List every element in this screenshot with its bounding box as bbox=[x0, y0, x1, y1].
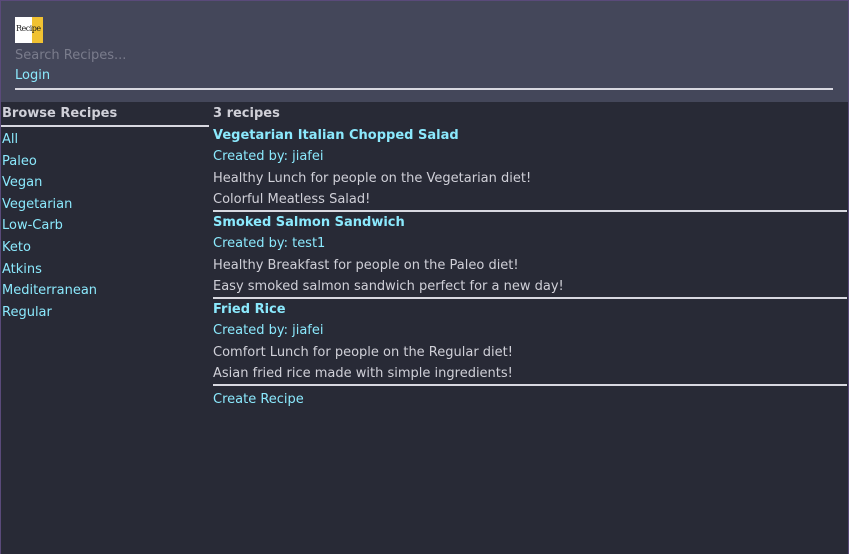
recipe-card: Smoked Salmon Sandwich Created by: test1… bbox=[213, 212, 847, 299]
sidebar-item-mediterranean[interactable]: Mediterranean bbox=[1, 280, 209, 302]
recipe-summary: Healthy Breakfast for people on the Pale… bbox=[213, 258, 519, 273]
sidebar-item-regular[interactable]: Regular bbox=[1, 302, 209, 324]
recipe-summary: Healthy Lunch for people on the Vegetari… bbox=[213, 171, 532, 186]
search-input[interactable] bbox=[15, 45, 315, 65]
recipe-card: Fried Rice Created by: jiafei Comfort Lu… bbox=[213, 299, 847, 386]
sidebar-item-paleo[interactable]: Paleo bbox=[1, 151, 209, 173]
header-bar: Recipe Login bbox=[1, 1, 848, 102]
login-link[interactable]: Login bbox=[15, 68, 50, 83]
sidebar-item-low-carb[interactable]: Low-Carb bbox=[1, 215, 209, 237]
recipe-title-link[interactable]: Fried Rice bbox=[213, 299, 847, 320]
header-divider bbox=[15, 88, 833, 90]
sidebar-divider bbox=[1, 125, 209, 127]
recipe-card: Vegetarian Italian Chopped Salad Created… bbox=[213, 125, 847, 212]
recipe-author: Created by: jiafei bbox=[213, 323, 324, 338]
sidebar-item-keto[interactable]: Keto bbox=[1, 237, 209, 259]
app-page: Recipe Login Browse Recipes All Paleo Ve… bbox=[0, 0, 849, 554]
sidebar-item-all[interactable]: All bbox=[1, 129, 209, 151]
sidebar: Browse Recipes All Paleo Vegan Vegetaria… bbox=[1, 105, 209, 323]
recipe-title-link[interactable]: Smoked Salmon Sandwich bbox=[213, 212, 847, 233]
sidebar-item-vegetarian[interactable]: Vegetarian bbox=[1, 194, 209, 216]
recipe-list: 3 recipes Vegetarian Italian Chopped Sal… bbox=[213, 105, 847, 410]
logo-text: Recipe bbox=[16, 24, 41, 33]
create-recipe-link[interactable]: Create Recipe bbox=[213, 390, 847, 410]
recipe-author: Created by: jiafei bbox=[213, 149, 324, 164]
recipe-author: Created by: test1 bbox=[213, 236, 326, 251]
recipe-title-link[interactable]: Vegetarian Italian Chopped Salad bbox=[213, 125, 847, 146]
sidebar-title: Browse Recipes bbox=[2, 106, 118, 121]
recipe-description: Easy smoked salmon sandwich perfect for … bbox=[213, 279, 564, 294]
logo-image[interactable]: Recipe bbox=[15, 17, 43, 43]
recipe-summary: Comfort Lunch for people on the Regular … bbox=[213, 345, 513, 360]
recipe-description: Colorful Meatless Salad! bbox=[213, 192, 371, 207]
recipe-count: 3 recipes bbox=[213, 106, 280, 121]
sidebar-item-atkins[interactable]: Atkins bbox=[1, 259, 209, 281]
sidebar-item-vegan[interactable]: Vegan bbox=[1, 172, 209, 194]
recipe-description: Asian fried rice made with simple ingred… bbox=[213, 366, 513, 381]
